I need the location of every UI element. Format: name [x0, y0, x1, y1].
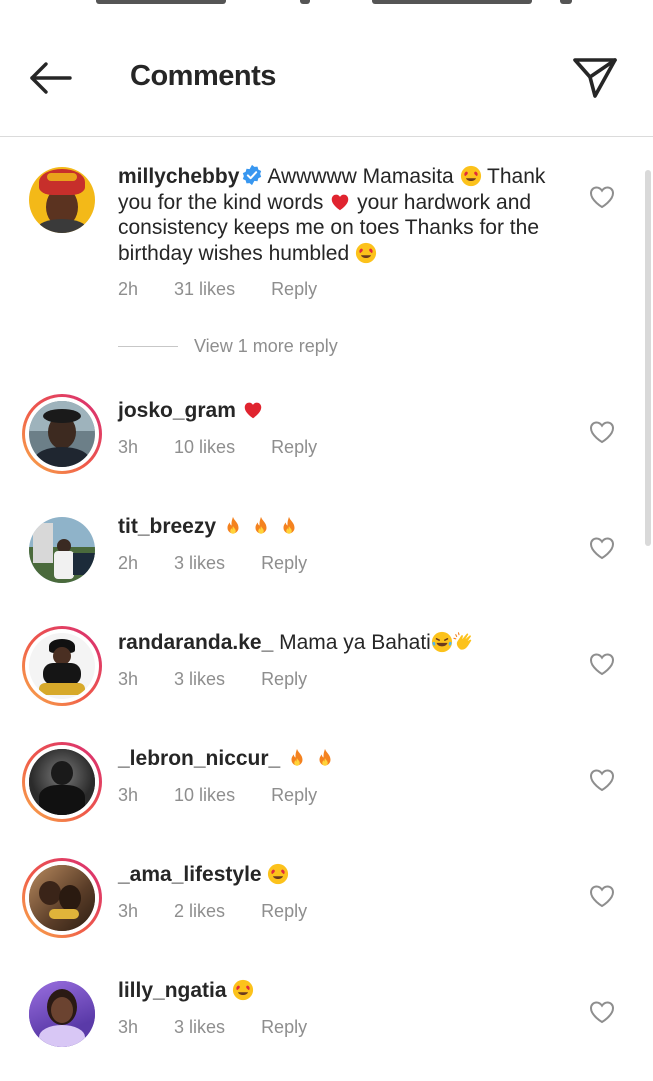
comment-text: josko_gram: [118, 398, 548, 424]
heart-outline-icon: [589, 653, 615, 676]
avatar[interactable]: [22, 160, 102, 240]
fire-emoji-icon: [227, 516, 239, 534]
like-button[interactable]: [588, 651, 616, 677]
view-more-replies-button[interactable]: View 1 more reply: [118, 336, 338, 357]
avatar[interactable]: [22, 394, 102, 474]
laughing-tears-emoji-icon: [431, 631, 452, 653]
page-title: Comments: [130, 60, 276, 92]
comment-text: _ama_lifestyle: [118, 862, 548, 888]
arrow-left-icon: [30, 62, 72, 94]
comment-time: 2h: [118, 553, 139, 573]
comment-text: _lebron_niccur_: [118, 746, 548, 772]
comment-time: 3h: [118, 785, 139, 805]
heart-outline-icon: [589, 537, 615, 560]
fire-emoji-icon: [255, 516, 267, 534]
comment-text: millychebby Awwwww Mamasita Thank you for…: [118, 164, 548, 266]
avatar[interactable]: [22, 742, 102, 822]
comment-time: 2h: [118, 279, 139, 299]
heart-outline-icon: [589, 885, 615, 908]
reply-button[interactable]: Reply: [261, 553, 307, 574]
status-bar: [0, 0, 653, 10]
comment-meta: 3h 3 likes Reply: [118, 669, 343, 690]
comment-text: lilly_ngatia: [118, 978, 548, 1004]
like-button[interactable]: [588, 767, 616, 793]
avatar[interactable]: [22, 974, 102, 1054]
comment-likes[interactable]: 3 likes: [174, 1017, 225, 1038]
comments-list[interactable]: millychebby Awwwww Mamasita Thank you for…: [0, 138, 653, 1081]
reply-button[interactable]: Reply: [261, 1017, 307, 1038]
back-button[interactable]: [22, 58, 78, 98]
comment-likes[interactable]: 2 likes: [174, 901, 225, 922]
heart-eyes-emoji-icon: [233, 979, 254, 1001]
comment-likes[interactable]: 10 likes: [174, 437, 235, 458]
heart-outline-icon: [589, 1001, 615, 1024]
divider: [118, 346, 178, 347]
verified-badge-icon: [243, 164, 262, 186]
reply-button[interactable]: Reply: [271, 279, 317, 300]
comment-meta: 2h 3 likes Reply: [118, 553, 343, 574]
comment-body: Awwwww Mamasita: [267, 165, 454, 188]
comment-text: randaranda.ke_ Mama ya Bahati: [118, 630, 548, 656]
heart-eyes-emoji-icon: [460, 165, 481, 187]
comment-likes[interactable]: 31 likes: [174, 279, 235, 300]
comment-time: 3h: [118, 437, 139, 457]
paper-plane-icon: [573, 58, 617, 98]
red-heart-emoji-icon: [332, 194, 349, 210]
avatar[interactable]: [22, 626, 102, 706]
comment-time: 3h: [118, 901, 139, 921]
comment-username[interactable]: josko_gram: [118, 399, 236, 422]
fire-emoji-icon: [291, 748, 303, 766]
comment-meta: 3h 2 likes Reply: [118, 901, 343, 922]
comment-meta: 3h 3 likes Reply: [118, 1017, 343, 1038]
comment-time: 3h: [118, 669, 139, 689]
comment-username[interactable]: tit_breezy: [118, 515, 216, 538]
comment-username[interactable]: randaranda.ke_: [118, 631, 273, 654]
heart-outline-icon: [589, 769, 615, 792]
comment-time: 3h: [118, 1017, 139, 1037]
comment-likes[interactable]: 10 likes: [174, 785, 235, 806]
comment-meta: 3h 10 likes Reply: [118, 437, 353, 458]
reply-button[interactable]: Reply: [271, 785, 317, 806]
like-button[interactable]: [588, 184, 616, 210]
reply-button[interactable]: Reply: [271, 437, 317, 458]
avatar[interactable]: [22, 510, 102, 590]
comment-likes[interactable]: 3 likes: [174, 553, 225, 574]
comment-meta: 3h 10 likes Reply: [118, 785, 353, 806]
heart-outline-icon: [589, 421, 615, 444]
comment-username[interactable]: millychebby: [118, 165, 239, 188]
like-button[interactable]: [588, 419, 616, 445]
comment-text: tit_breezy: [118, 514, 548, 540]
avatar[interactable]: [22, 858, 102, 938]
heart-eyes-emoji-icon: [268, 863, 289, 885]
like-button[interactable]: [588, 535, 616, 561]
comments-header: Comments: [0, 22, 653, 137]
like-button[interactable]: [588, 999, 616, 1025]
comment-username[interactable]: _ama_lifestyle: [118, 863, 262, 886]
red-heart-emoji-icon: [244, 402, 261, 419]
heart-eyes-emoji-icon: [355, 242, 377, 263]
comment-username[interactable]: _lebron_niccur_: [118, 747, 280, 770]
reply-button[interactable]: Reply: [261, 901, 307, 922]
clapping-hands-emoji-icon: [453, 632, 472, 650]
comment-likes[interactable]: 3 likes: [174, 669, 225, 690]
fire-emoji-icon: [319, 748, 331, 766]
comment-body: Mama ya Bahati: [279, 631, 431, 654]
share-button[interactable]: [568, 52, 622, 102]
reply-button[interactable]: Reply: [261, 669, 307, 690]
fire-emoji-icon: [283, 516, 295, 534]
scrollbar[interactable]: [645, 170, 651, 546]
comment-meta: 2h 31 likes Reply: [118, 279, 353, 300]
comment-username[interactable]: lilly_ngatia: [118, 979, 227, 1002]
view-more-replies-label: View 1 more reply: [194, 336, 338, 356]
heart-outline-icon: [589, 186, 615, 209]
like-button[interactable]: [588, 883, 616, 909]
